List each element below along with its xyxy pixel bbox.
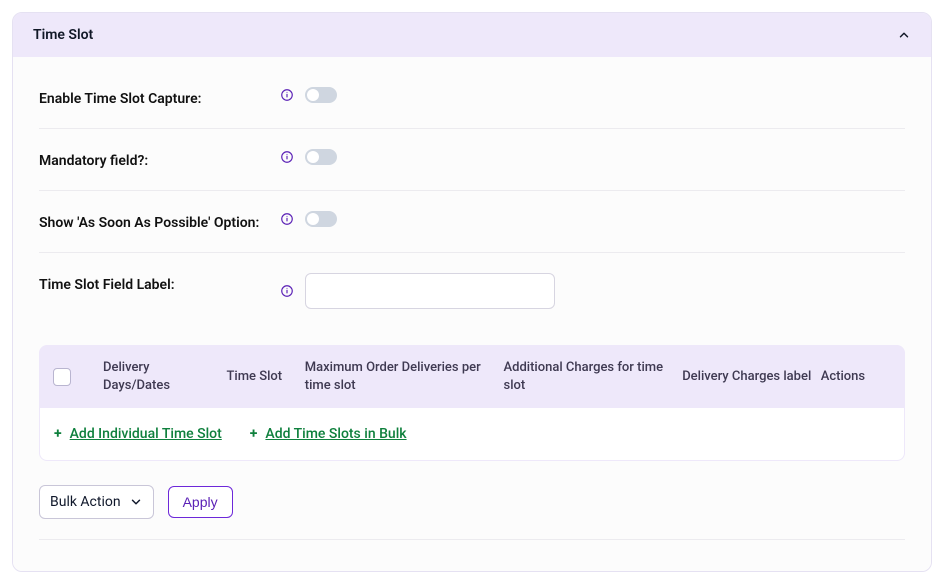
table-empty-actions: + Add Individual Time Slot + Add Time Sl… — [39, 408, 905, 461]
row-asap: Show 'As Soon As Possible' Option: — [39, 191, 905, 253]
apply-button[interactable]: Apply — [168, 486, 233, 518]
mandatory-toggle[interactable] — [305, 149, 337, 165]
row-enable-capture: Enable Time Slot Capture: — [39, 67, 905, 129]
footer-row: Bulk Action Apply — [39, 485, 905, 519]
add-bulk-button[interactable]: + Add Time Slots in Bulk — [250, 426, 407, 442]
plus-icon: + — [54, 426, 62, 442]
chevron-up-icon — [897, 28, 911, 42]
bulk-action-label: Bulk Action — [50, 494, 121, 510]
info-icon[interactable] — [279, 211, 295, 227]
add-individual-label: Add Individual Time Slot — [70, 426, 222, 442]
table-header: Delivery Days/Dates Time Slot Maximum Or… — [39, 345, 905, 408]
info-icon[interactable] — [279, 87, 295, 103]
field-label-input[interactable] — [305, 273, 555, 309]
panel-body: Enable Time Slot Capture: Mandatory fiel… — [13, 57, 931, 571]
mandatory-label: Mandatory field?: — [39, 149, 279, 172]
enable-capture-label: Enable Time Slot Capture: — [39, 87, 279, 110]
panel-title: Time Slot — [33, 27, 93, 43]
field-label-label: Time Slot Field Label: — [39, 273, 279, 296]
bulk-action-select[interactable]: Bulk Action — [39, 485, 154, 519]
th-actions: Actions — [821, 368, 891, 386]
th-charges: Additional Charges for time slot — [504, 359, 675, 394]
th-slot: Time Slot — [226, 368, 296, 386]
add-individual-button[interactable]: + Add Individual Time Slot — [54, 426, 222, 442]
row-mandatory: Mandatory field?: — [39, 129, 905, 191]
asap-label: Show 'As Soon As Possible' Option: — [39, 211, 279, 234]
enable-capture-toggle[interactable] — [305, 87, 337, 103]
panel-header[interactable]: Time Slot — [13, 13, 931, 57]
asap-toggle[interactable] — [305, 211, 337, 227]
divider — [39, 539, 905, 540]
th-days: Delivery Days/Dates — [103, 359, 218, 394]
time-slot-panel: Time Slot Enable Time Slot Capture: Mand… — [12, 12, 932, 572]
th-max: Maximum Order Deliveries per time slot — [305, 359, 496, 394]
info-icon[interactable] — [279, 149, 295, 165]
add-bulk-label: Add Time Slots in Bulk — [265, 426, 406, 442]
plus-icon: + — [250, 426, 258, 442]
row-field-label: Time Slot Field Label: — [39, 253, 905, 327]
th-charges-label: Delivery Charges label — [682, 368, 813, 386]
info-icon[interactable] — [279, 283, 295, 299]
chevron-down-icon — [129, 495, 143, 509]
select-all-checkbox[interactable] — [53, 368, 71, 386]
